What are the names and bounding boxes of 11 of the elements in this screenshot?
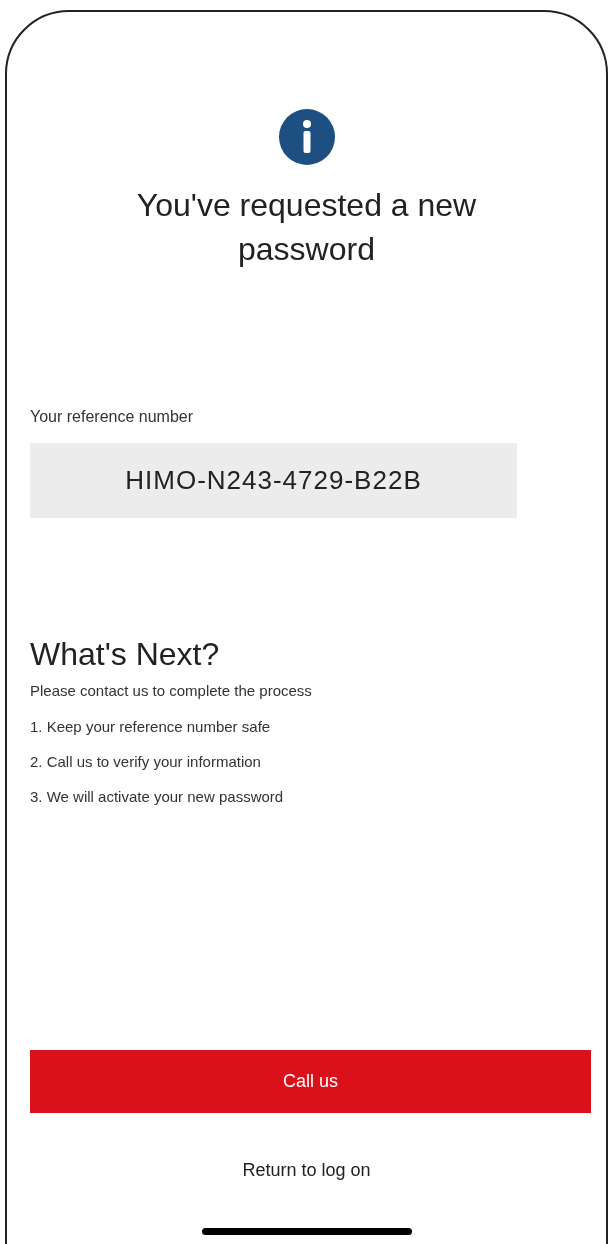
reference-number: HIMO-N243-4729-B22B <box>30 443 517 518</box>
step-text: 1. Keep your reference number safe <box>30 716 272 736</box>
reference-label: Your reference number <box>30 407 195 427</box>
info-icon <box>278 109 335 165</box>
step-text: 2. Call us to verify your information <box>30 751 262 771</box>
page-title: You've requested a new password <box>135 186 478 269</box>
return-link[interactable]: Return to log on <box>242 1156 371 1184</box>
intro-text: Please contact us to complete the process <box>30 681 313 701</box>
call-us-button[interactable]: Call us <box>30 1049 591 1113</box>
section-heading: What's Next? <box>30 635 221 674</box>
step-text: 3. We will activate your new password <box>30 786 285 806</box>
